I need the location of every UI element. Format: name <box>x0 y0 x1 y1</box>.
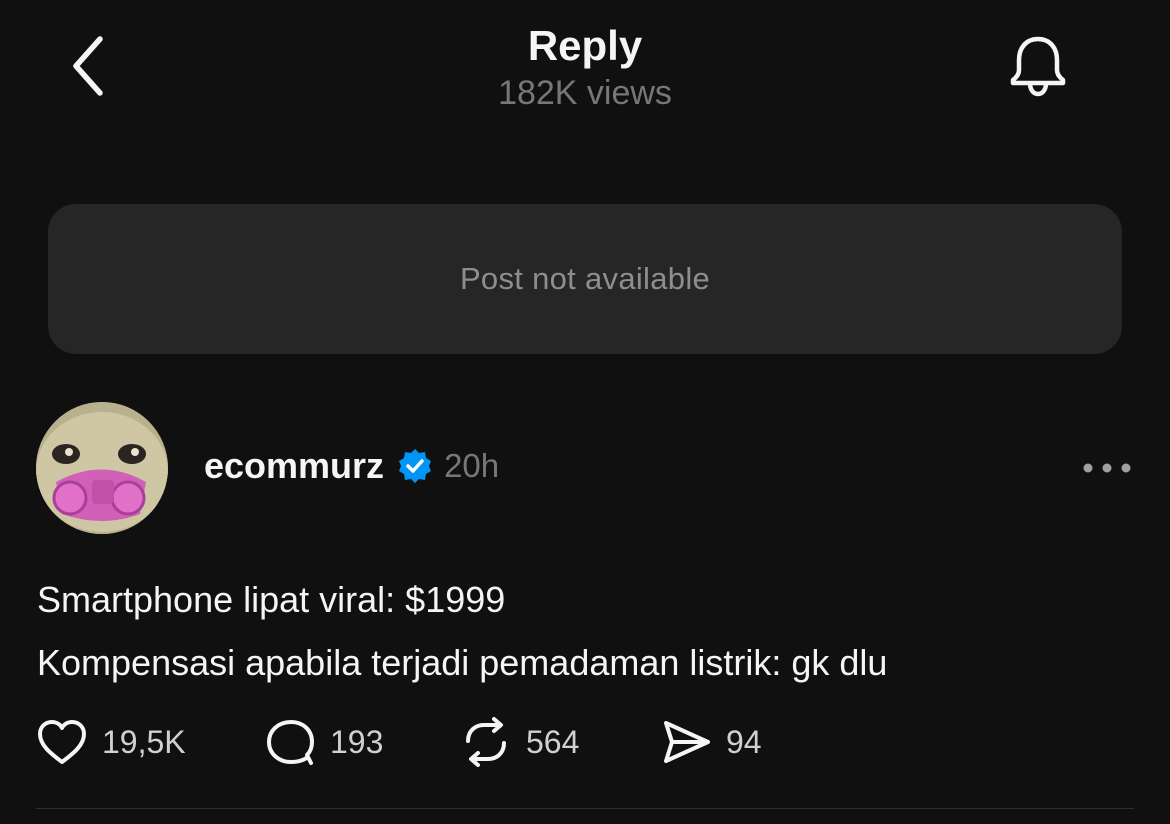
divider <box>36 808 1134 809</box>
chevron-left-icon <box>73 36 103 96</box>
send-icon <box>664 721 710 763</box>
like-count: 19,5K <box>102 723 186 760</box>
post-actions: 19,5K 193 564 94 <box>36 712 836 772</box>
post-time: 20h <box>444 447 500 484</box>
post-line-2: Kompensasi apabila terjadi pemadaman lis… <box>37 642 888 683</box>
post-author-row: ecommurz 20h <box>204 440 499 492</box>
repost-button[interactable]: 564 <box>460 712 579 772</box>
username[interactable]: ecommurz <box>204 445 384 487</box>
more-options-button[interactable] <box>1074 446 1140 490</box>
views-count: 182K views <box>498 74 672 112</box>
title-block: Reply 182K views <box>385 20 785 114</box>
repost-count: 564 <box>526 723 580 760</box>
back-button[interactable] <box>58 30 118 102</box>
repost-icon <box>466 717 506 767</box>
comment-count: 193 <box>330 723 384 760</box>
like-button[interactable]: 19,5K <box>36 712 186 772</box>
heart-icon <box>38 720 86 764</box>
post-body: Smartphone lipat viral: $1999 Kompensasi… <box>37 568 1137 694</box>
avatar[interactable] <box>36 402 168 534</box>
page-title: Reply <box>527 22 643 69</box>
more-dots-icon <box>1083 463 1131 473</box>
share-button[interactable]: 94 <box>660 712 762 772</box>
avatar-image <box>36 402 168 534</box>
notifications-button[interactable] <box>998 28 1078 104</box>
unavailable-post-card: Post not available <box>48 204 1122 354</box>
bell-icon <box>1010 36 1066 97</box>
comment-bubble-icon <box>267 720 314 765</box>
verified-badge-icon <box>396 447 434 485</box>
comment-button[interactable]: 193 <box>264 712 383 772</box>
header: Reply 182K views <box>0 0 1170 140</box>
post-line-1: Smartphone lipat viral: $1999 <box>37 579 506 620</box>
share-count: 94 <box>726 723 762 760</box>
unavailable-message: Post not available <box>459 261 711 296</box>
